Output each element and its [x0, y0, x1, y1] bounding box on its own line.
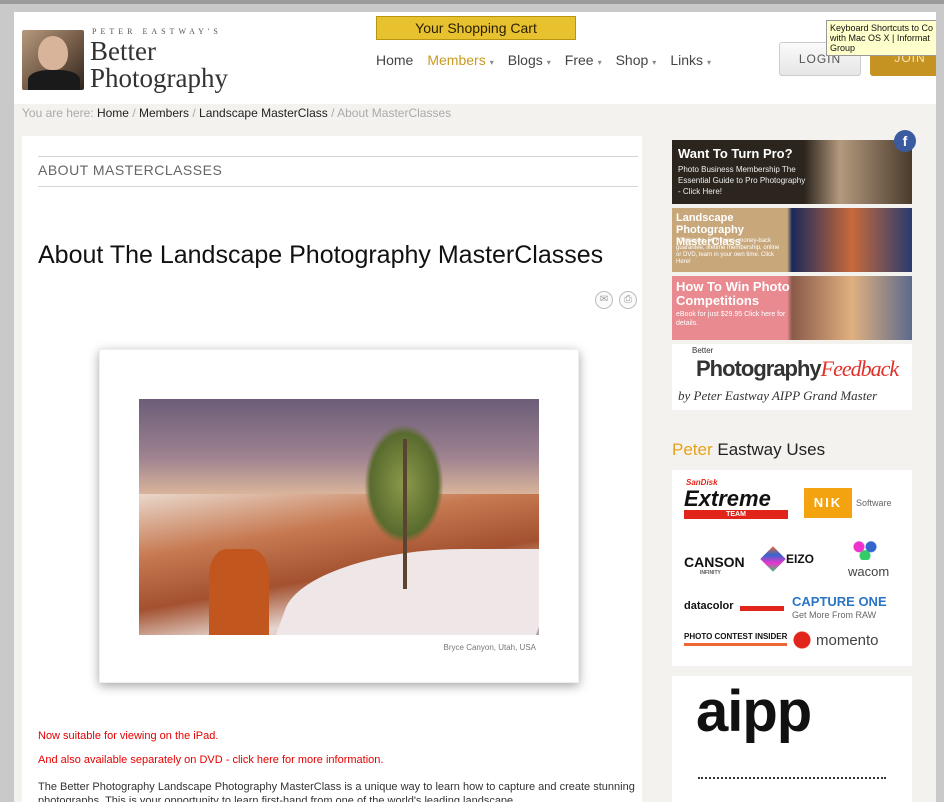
- chevron-down-icon: ▾: [597, 58, 602, 67]
- logo-line-2: Photography: [90, 63, 228, 93]
- red-hoodoo: [209, 549, 269, 635]
- nik-logo[interactable]: NIK: [804, 488, 852, 518]
- breadcrumb: You are here: Home / Members / Landscape…: [22, 106, 452, 120]
- nav-home[interactable]: Home: [376, 52, 413, 72]
- logo-subtitle[interactable]: PETER EASTWAY'S: [92, 27, 222, 36]
- breadcrumb-members[interactable]: Members: [139, 106, 189, 120]
- datacolor-logo[interactable]: datacolor: [684, 600, 734, 612]
- ad-turn-pro[interactable]: Want To Turn Pro? Photo Business Members…: [672, 140, 912, 204]
- ad-turn-pro-heading: Want To Turn Pro?: [678, 146, 793, 161]
- canson-infinity: INFINITY: [700, 570, 721, 576]
- chevron-down-icon: ▾: [489, 58, 494, 67]
- eizo-diamond-icon: [760, 546, 786, 572]
- ad-photography-feedback[interactable]: Better PhotographyFeedback by Peter East…: [672, 344, 912, 410]
- nav-members[interactable]: Members ▾: [427, 52, 493, 72]
- photo-contest-insider-logo[interactable]: PHOTO CONTEST INSIDER: [684, 632, 788, 646]
- feedback-small: Better: [692, 346, 714, 355]
- feedback-brand-em: Feedback: [820, 356, 899, 381]
- site-logo[interactable]: Better Photography: [90, 38, 228, 92]
- breadcrumb-current: About MasterClasses: [337, 106, 452, 120]
- ad-masterclass-sub: 10 classes, 56 movies, money-back guaran…: [676, 238, 780, 265]
- nav-free[interactable]: Free ▾: [565, 52, 602, 72]
- browser-chrome-stripe: [0, 0, 944, 4]
- capture-one-tagline: Get More From RAW: [792, 610, 877, 620]
- aipp-logo: aipp: [696, 679, 812, 744]
- portrait-face: [38, 36, 68, 70]
- dvd-notice-link[interactable]: And also available separately on DVD - c…: [38, 754, 383, 766]
- chevron-down-icon: ▾: [546, 58, 551, 67]
- ipad-notice: Now suitable for viewing on the iPad.: [38, 730, 219, 742]
- site-header: PETER EASTWAY'S Better Photography Your …: [14, 12, 936, 104]
- divider: [38, 186, 638, 187]
- browser-tooltip: Keyboard Shortcuts to Co with Mac OS X |…: [826, 20, 936, 56]
- nav-home-label: Home: [376, 52, 414, 68]
- nav-shop-label: Shop: [615, 52, 649, 68]
- ad-competitions-sub: eBook for just $29.95 Click here for det…: [676, 311, 786, 327]
- wacom-icon: [850, 538, 880, 560]
- datacolor-bar: [740, 606, 784, 611]
- feedback-brand: PhotographyFeedback: [696, 356, 899, 382]
- email-icon[interactable]: ✉: [595, 291, 613, 309]
- sponsor-logos: SanDisk Extreme TEAM NIK Software CANSON…: [672, 470, 912, 666]
- main-content: ABOUT MASTERCLASSES About The Landscape …: [22, 136, 642, 802]
- portrait-body: [28, 70, 80, 90]
- sponsors-heading-name: Peter: [672, 440, 713, 459]
- nik-software: Software: [856, 498, 892, 508]
- photo-caption: Bryce Canyon, Utah, USA: [443, 643, 536, 652]
- nav-shop[interactable]: Shop ▾: [616, 52, 657, 72]
- logo-line-1: Better: [90, 36, 156, 66]
- breadcrumb-home[interactable]: Home: [97, 106, 129, 120]
- sandisk-extreme-logo[interactable]: Extreme: [684, 486, 771, 512]
- feedback-byline: by Peter Eastway AIPP Grand Master: [678, 388, 878, 403]
- nav-links[interactable]: Links ▾: [670, 52, 711, 72]
- shopping-cart-tab[interactable]: Your Shopping Cart: [376, 16, 576, 40]
- featured-photo-frame: Bryce Canyon, Utah, USA: [99, 349, 579, 683]
- wacom-logo[interactable]: wacom: [848, 564, 889, 579]
- intro-paragraph: The Better Photography Landscape Photogr…: [38, 781, 635, 802]
- bryce-canyon-photo: [139, 399, 539, 635]
- breadcrumb-masterclass[interactable]: Landscape MasterClass: [199, 106, 328, 120]
- ad-landscape-masterclass[interactable]: Landscape Photography MasterClass 10 cla…: [672, 208, 912, 272]
- nav-free-label: Free: [564, 52, 594, 68]
- sponsors-heading-rest: Eastway Uses: [712, 440, 826, 459]
- divider: [38, 156, 638, 157]
- feedback-brand-main: Photography: [696, 356, 822, 381]
- breadcrumb-prefix: You are here:: [22, 106, 94, 120]
- aipp-dotted-rule: [698, 777, 886, 779]
- author-portrait[interactable]: [22, 30, 84, 90]
- nav-blogs[interactable]: Blogs ▾: [508, 52, 551, 72]
- nav-members-label: Members: [427, 52, 486, 68]
- aipp-badge[interactable]: aipp: [672, 676, 912, 802]
- capture-one-logo[interactable]: CAPTURE ONE: [792, 594, 887, 609]
- page-frame: PETER EASTWAY'S Better Photography Your …: [14, 12, 936, 802]
- eizo-logo[interactable]: EIZO: [786, 552, 814, 566]
- momento-icon: [792, 630, 812, 650]
- chevron-down-icon: ▾: [652, 58, 657, 67]
- canson-logo[interactable]: CANSON: [684, 554, 745, 570]
- ad-competitions-heading: How To Win Photo Competitions: [676, 279, 790, 308]
- pine-tree-trunk: [403, 439, 407, 589]
- print-icon[interactable]: ⎙: [619, 291, 637, 309]
- momento-logo[interactable]: momento: [816, 632, 879, 649]
- main-nav: Home Members ▾ Blogs ▾ Free ▾ Shop ▾ Links ▾: [376, 52, 711, 72]
- sandisk-team: TEAM: [684, 510, 788, 519]
- ad-win-competitions[interactable]: How To Win Photo Competitions eBook for …: [672, 276, 912, 340]
- facebook-icon[interactable]: f: [894, 130, 916, 152]
- nav-blogs-label: Blogs: [507, 52, 543, 68]
- sponsors-heading: Peter Eastway Uses: [672, 440, 825, 460]
- chevron-down-icon: ▾: [707, 58, 712, 67]
- section-title: ABOUT MASTERCLASSES: [38, 162, 223, 178]
- nav-links-label: Links: [670, 52, 703, 68]
- ad-turn-pro-sub: Photo Business Membership The Essential …: [678, 165, 806, 196]
- page-title: About The Landscape Photography MasterCl…: [38, 241, 604, 269]
